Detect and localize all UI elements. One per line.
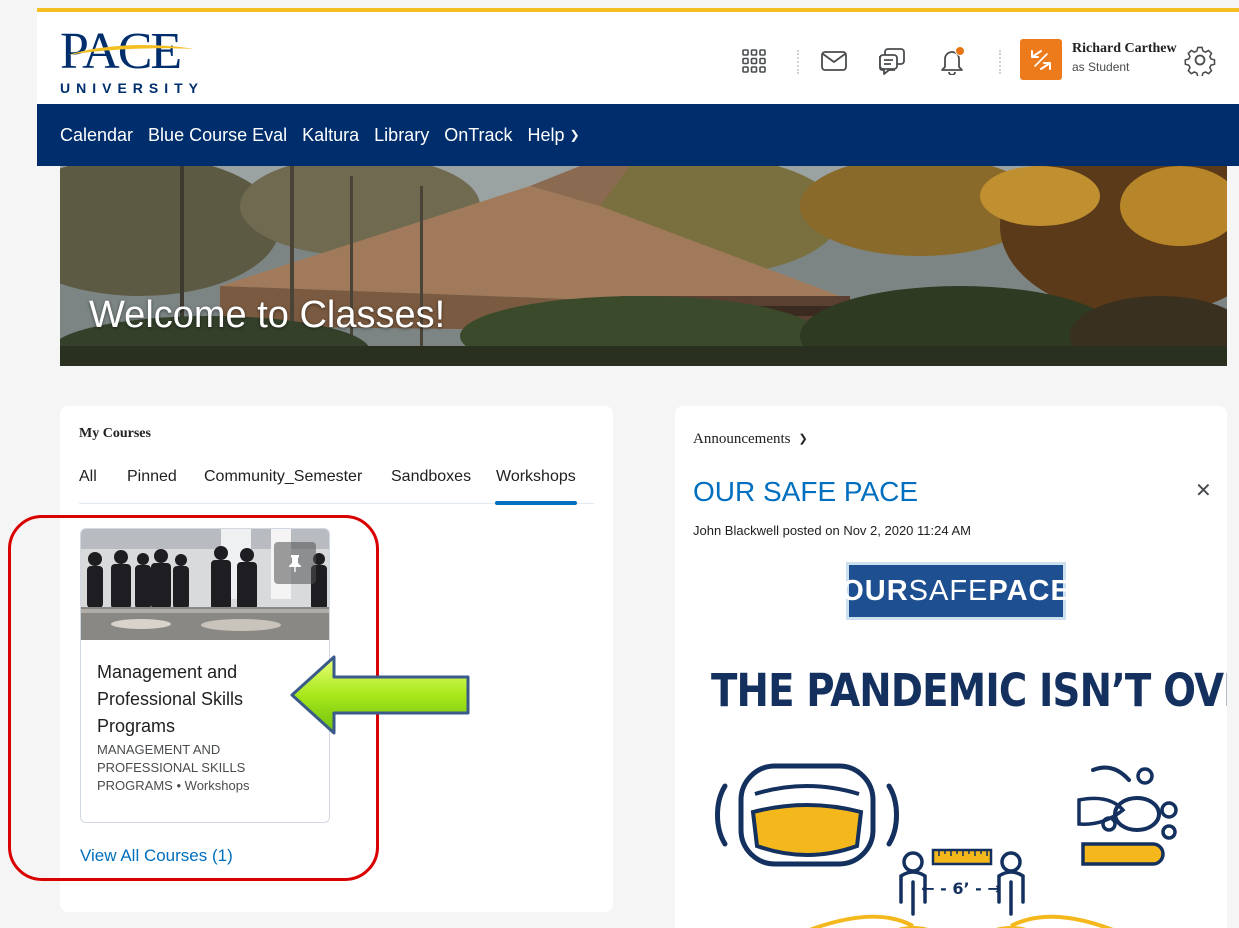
pace-university-logo[interactable]: PACE UNIVERSITY xyxy=(60,25,200,97)
pin-course-button[interactable] xyxy=(274,542,316,584)
our-safe-pace-badge: OURSAFEPACE xyxy=(841,562,1070,620)
tab-community-semester[interactable]: Community_Semester xyxy=(204,468,362,486)
pin-icon xyxy=(289,555,301,572)
my-courses-title: My Courses xyxy=(79,426,151,441)
logo-subtitle: UNIVERSITY xyxy=(60,80,205,96)
impersonation-avatar-icon[interactable] xyxy=(1020,39,1062,80)
header-divider xyxy=(797,50,799,74)
dismiss-close-icon[interactable]: ✕ xyxy=(1195,478,1212,503)
user-role: as Student xyxy=(1072,60,1130,74)
navigation-bar: Calendar Blue Course Eval Kaltura Librar… xyxy=(37,104,1239,166)
course-name: Management and Professional Skills Progr… xyxy=(97,662,244,736)
distance-label: ← - 6’ - → xyxy=(921,879,1001,898)
tab-workshops[interactable]: Workshops xyxy=(496,468,576,486)
green-arrow-annotation-icon xyxy=(290,655,470,735)
badge-pace: PACE xyxy=(988,574,1071,607)
notifications-bell-icon[interactable] xyxy=(937,46,967,76)
course-code: MANAGEMENT AND PROFESSIONAL SKILLS PROGR… xyxy=(97,741,317,795)
hand-washing-icon xyxy=(1077,765,1178,866)
header: PACE UNIVERSITY Richard Carthew as Stude… xyxy=(37,12,1239,104)
mail-icon[interactable] xyxy=(819,46,849,76)
course-type: Workshops xyxy=(184,778,250,793)
pandemic-headline: THE PANDEMIC ISN’T OVER. xyxy=(711,664,1227,717)
nav-blue-course-eval[interactable]: Blue Course Eval xyxy=(148,125,287,146)
nav-ontrack[interactable]: OnTrack xyxy=(444,125,512,146)
face-mask-icon xyxy=(715,763,899,867)
nav-kaltura[interactable]: Kaltura xyxy=(302,125,359,146)
nav-library[interactable]: Library xyxy=(374,125,429,146)
tab-sandboxes[interactable]: Sandboxes xyxy=(391,468,471,486)
badge-our: OUR xyxy=(841,574,909,607)
safety-illustration: ← - 6’ - → xyxy=(715,763,1178,928)
active-tab-indicator xyxy=(495,501,577,505)
chat-icon[interactable] xyxy=(877,46,907,76)
notification-dot xyxy=(955,46,965,56)
announcements-menu[interactable]: Announcements ❯ xyxy=(693,431,808,448)
welcome-banner: Welcome to Classes! xyxy=(60,166,1227,366)
tab-all[interactable]: All xyxy=(79,468,97,486)
user-name[interactable]: Richard Carthew xyxy=(1072,41,1177,57)
banner-title: Welcome to Classes! xyxy=(89,294,446,336)
chevron-down-icon: ❯ xyxy=(569,127,580,142)
logo-swoosh-icon xyxy=(68,45,194,55)
nav-items: Calendar Blue Course Eval Kaltura Librar… xyxy=(60,104,595,166)
announcement-title[interactable]: OUR SAFE PACE xyxy=(693,476,918,508)
nav-calendar[interactable]: Calendar xyxy=(60,125,133,146)
tab-pinned[interactable]: Pinned xyxy=(127,468,177,486)
chevron-down-icon: ❯ xyxy=(798,433,808,445)
announcement-meta: John Blackwell posted on Nov 2, 2020 11:… xyxy=(693,523,971,538)
nav-help-label: Help xyxy=(527,124,565,145)
header-divider xyxy=(999,50,1001,74)
apps-grid-icon[interactable] xyxy=(739,46,769,76)
course-tabs: All Pinned Community_Semester Sandboxes … xyxy=(79,468,594,505)
view-all-courses-link[interactable]: View All Courses (1) xyxy=(80,846,233,866)
nav-help-menu[interactable]: Help ❯ xyxy=(528,125,580,146)
course-meta-separator: • xyxy=(176,778,182,793)
announcements-header: Announcements xyxy=(693,431,791,447)
settings-gear-icon[interactable] xyxy=(1183,43,1217,77)
announcements-widget: Announcements ❯ OUR SAFE PACE ✕ John Blac… xyxy=(675,406,1227,928)
course-image xyxy=(81,529,329,640)
badge-safe: SAFE xyxy=(908,574,989,607)
